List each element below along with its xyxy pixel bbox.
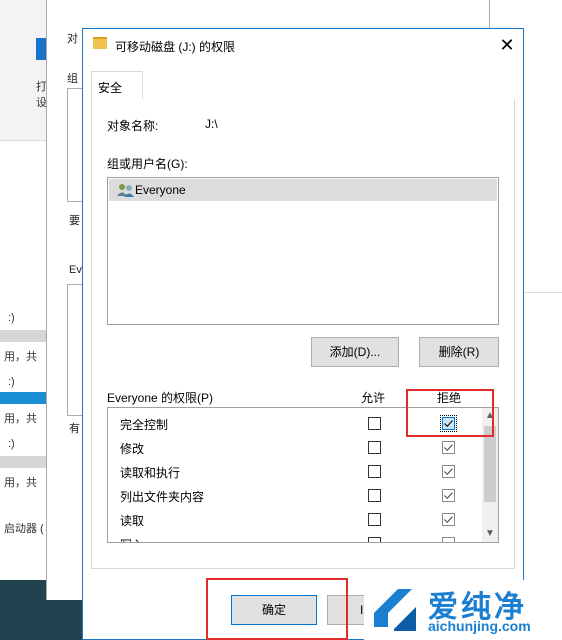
deny-checkbox[interactable]	[442, 441, 455, 454]
drive-fragment: :)	[8, 438, 15, 450]
permission-name: 完全控制	[120, 418, 169, 432]
object-name-value: J:\	[205, 117, 218, 131]
deny-checkbox[interactable]	[442, 465, 455, 478]
allow-checkbox[interactable]	[368, 513, 381, 526]
brand-logo-icon	[374, 589, 416, 631]
allow-header: 允许	[361, 391, 386, 405]
drive-fragment: 用，共	[4, 413, 37, 425]
permission-row: 列出文件夹内容	[108, 484, 480, 508]
background-divider	[0, 140, 46, 141]
permission-name: 列出文件夹内容	[120, 490, 205, 504]
object-name-label: 对象名称:	[107, 119, 159, 133]
remove-button[interactable]: 删除(R)	[419, 337, 499, 367]
allow-checkbox[interactable]	[368, 441, 381, 454]
watermark: 爱纯净 aichunjing.com	[364, 580, 562, 640]
drive-bar	[0, 330, 46, 342]
title-bar[interactable]: 可移动磁盘 (J:) 的权限 ✕	[83, 29, 523, 61]
permission-name: 写入	[120, 536, 144, 542]
user-name: Everyone	[135, 183, 186, 197]
parent-fragment: 对	[67, 33, 78, 45]
allow-checkbox[interactable]	[368, 537, 381, 542]
scroll-thumb[interactable]	[484, 426, 496, 502]
permission-name: 读取	[120, 514, 145, 528]
drive-fragment: :)	[8, 312, 15, 324]
parent-fragment: Ev	[69, 264, 82, 276]
drive-fragment: 用，共	[4, 477, 37, 489]
permission-row: 读取	[108, 508, 480, 532]
check-icon	[444, 468, 453, 476]
folder-icon	[93, 37, 107, 49]
dialog-title: 可移动磁盘 (J:) 的权限	[115, 40, 235, 54]
background-ribbon	[0, 0, 46, 140]
drive-bar	[0, 456, 46, 468]
drive-fragment: 启动器 (	[4, 523, 44, 535]
user-group-icon	[117, 184, 134, 197]
parent-fragment: 组	[67, 73, 78, 85]
allow-checkbox[interactable]	[368, 417, 381, 430]
close-button[interactable]: ✕	[495, 33, 519, 57]
users-listbox[interactable]: Everyone	[107, 177, 499, 325]
check-icon	[444, 492, 453, 500]
permission-name: 读取和执行	[120, 466, 181, 480]
permission-row: 写入	[108, 532, 480, 542]
drive-fragment: :)	[8, 376, 15, 388]
deny-highlight-box	[406, 389, 494, 437]
allow-checkbox[interactable]	[368, 489, 381, 502]
permissions-label: Everyone 的权限(P)	[107, 391, 214, 405]
check-icon	[444, 516, 453, 524]
groups-label: 组或用户名(G):	[107, 157, 188, 171]
permission-row: 读取和执行	[108, 460, 480, 484]
drive-fragment: 用，共	[4, 351, 37, 363]
deny-checkbox[interactable]	[442, 513, 455, 526]
permission-name: 修改	[120, 442, 145, 456]
drive-bar-selected	[0, 392, 46, 404]
allow-checkbox[interactable]	[368, 465, 381, 478]
brand-url: aichunjing.com	[428, 618, 531, 634]
list-item[interactable]: Everyone	[109, 179, 497, 201]
permissions-dialog: 可移动磁盘 (J:) 的权限 ✕ 安全 对象名称: J:\ 组或用户名(G): …	[82, 28, 524, 640]
tab-security[interactable]: 安全	[91, 71, 143, 99]
add-button[interactable]: 添加(D)...	[311, 337, 399, 367]
check-icon	[444, 444, 453, 452]
deny-checkbox[interactable]	[442, 489, 455, 502]
permission-row: 修改	[108, 436, 480, 460]
scroll-down-icon[interactable]: ▼	[482, 526, 498, 542]
ok-highlight-box	[206, 578, 348, 640]
parent-fragment: 要	[69, 215, 80, 227]
deny-checkbox[interactable]	[442, 537, 455, 542]
parent-fragment: 有	[69, 423, 80, 435]
